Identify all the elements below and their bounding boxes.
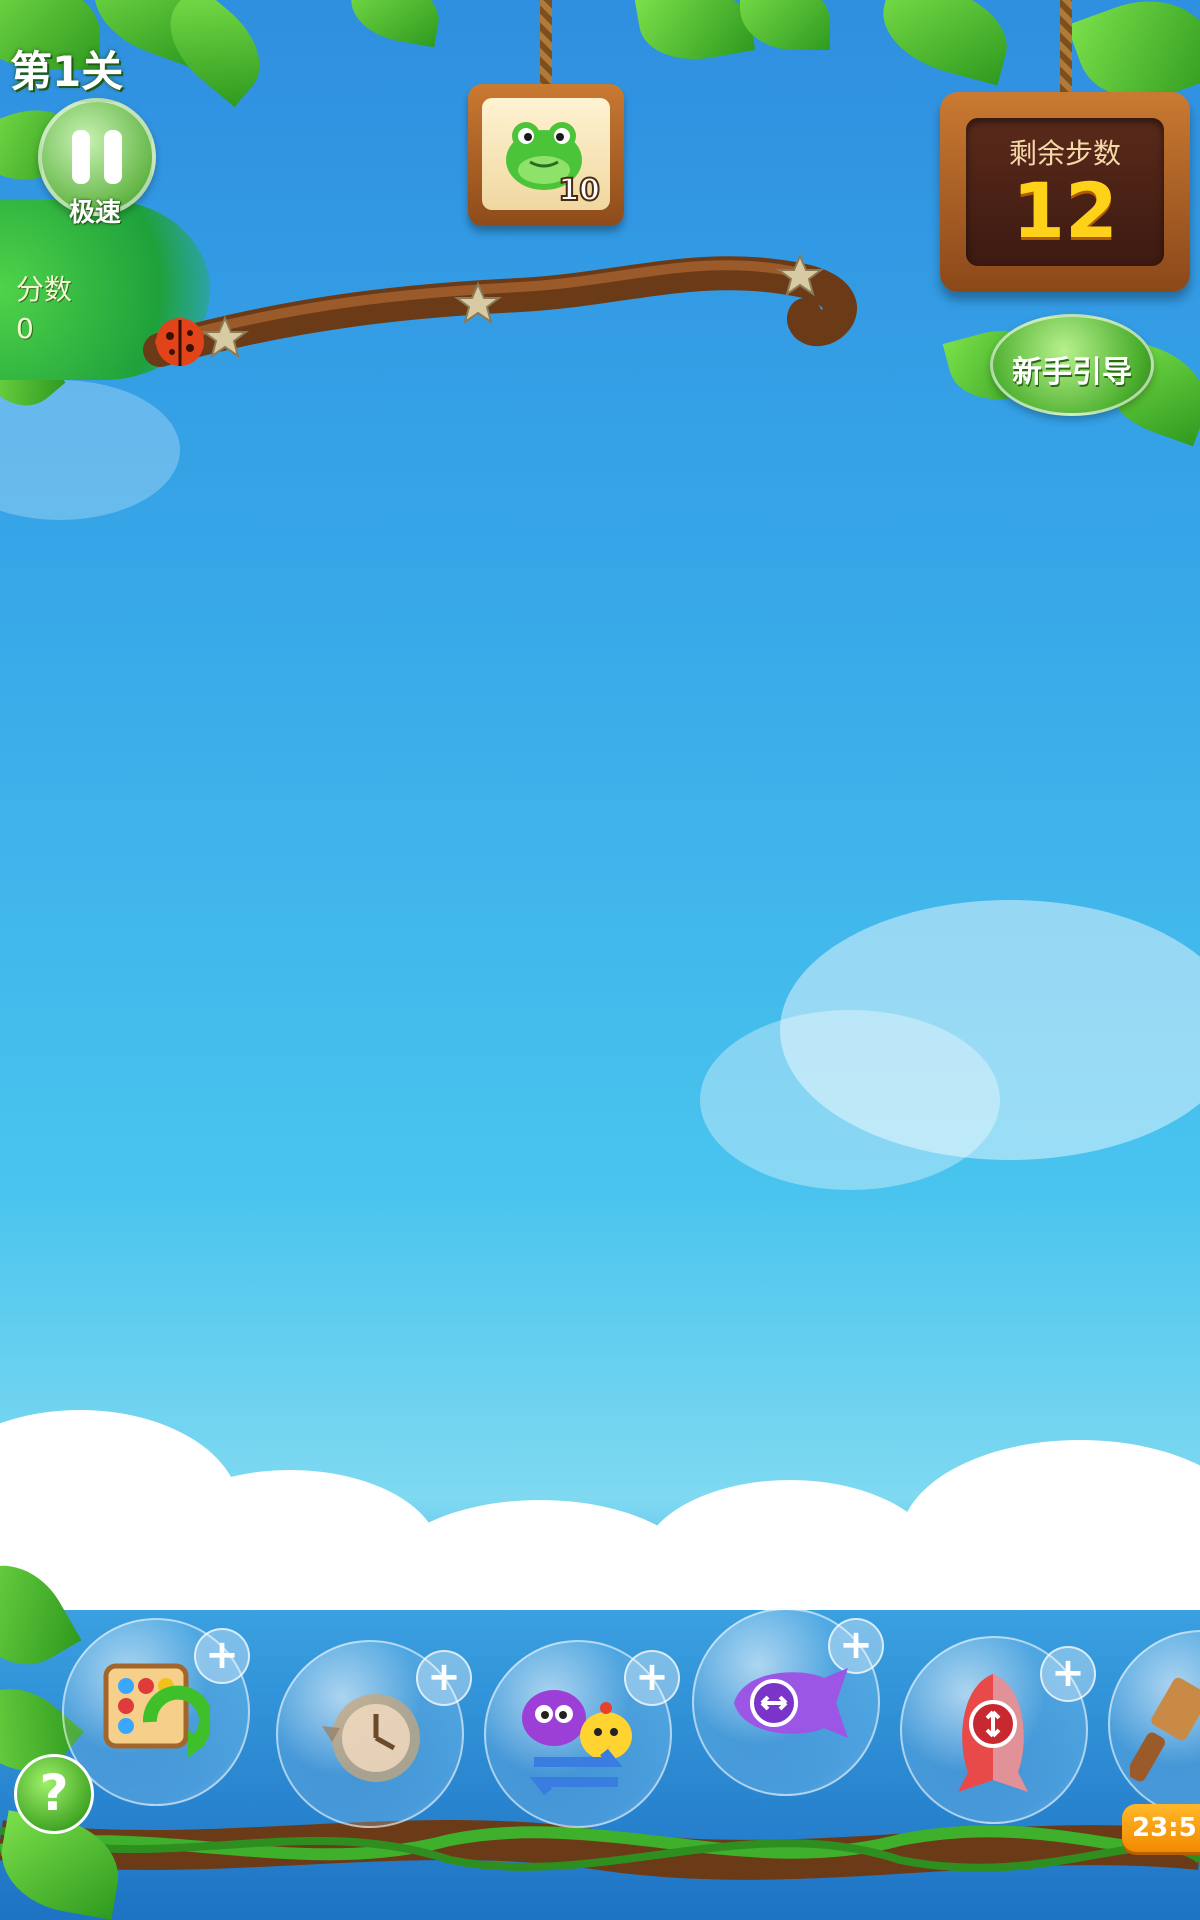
goal-board: 10 xyxy=(468,84,624,226)
shuffle-icon xyxy=(103,1663,210,1758)
booster-horizontal-rocket[interactable]: + xyxy=(692,1608,884,1796)
hammer-icon xyxy=(1130,1677,1200,1782)
branch-graphic xyxy=(143,253,857,367)
score-value: 0 xyxy=(16,312,34,345)
booster-swap[interactable]: + xyxy=(484,1640,680,1828)
rocket-vertical-icon xyxy=(958,1674,1028,1792)
add-booster-icon[interactable]: + xyxy=(1040,1646,1096,1702)
moves-rope xyxy=(1060,0,1072,100)
ladybug-marker xyxy=(156,318,204,366)
speed-label: 极速 xyxy=(68,198,121,228)
rocket-horizontal-icon xyxy=(734,1668,848,1738)
game-stage: 第1关 极速 分数 0 10 剩余步数 12 新手引导 + + + + + 23… xyxy=(0,0,1200,1920)
booster-vertical-rocket[interactable]: + xyxy=(900,1636,1096,1824)
goal-count: 10 xyxy=(557,172,601,209)
goal-rope xyxy=(540,0,552,90)
moves-value: 12 xyxy=(1012,166,1118,255)
clock-icon xyxy=(322,1694,420,1782)
moves-board: 剩余步数 12 xyxy=(940,92,1190,292)
guide-label: 新手引导 xyxy=(1012,355,1132,390)
pause-icon xyxy=(72,130,90,184)
beginner-guide-button[interactable]: 新手引导 xyxy=(990,314,1154,416)
level-title: 第1关 xyxy=(10,47,124,96)
score-label: 分数 xyxy=(16,273,73,306)
help-button[interactable]: ? xyxy=(14,1754,94,1834)
booster-timer: 23:5 xyxy=(1122,1804,1200,1852)
swap-icon xyxy=(522,1690,632,1796)
booster-time[interactable]: + xyxy=(276,1640,472,1828)
